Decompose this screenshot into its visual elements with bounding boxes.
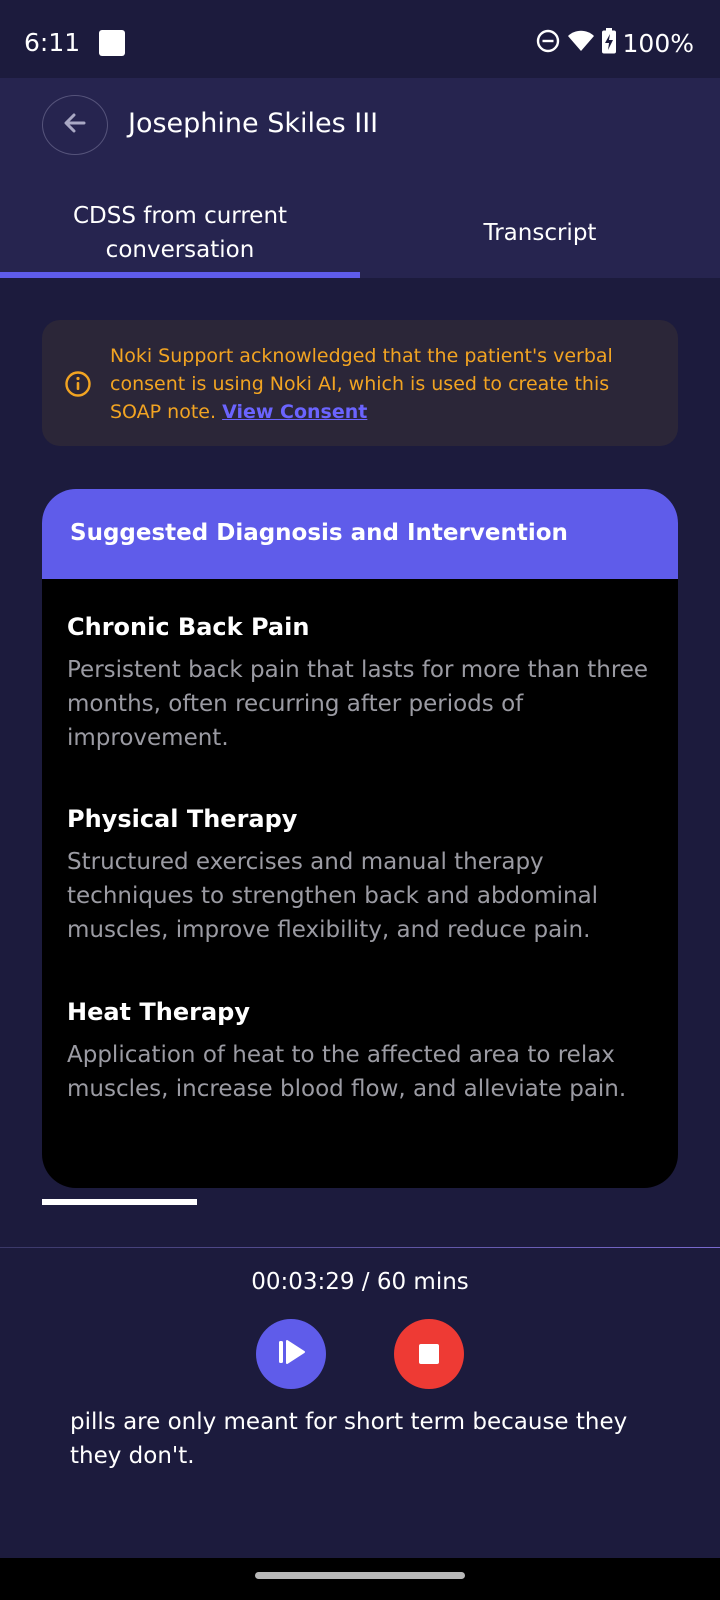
suggested-diagnosis-card: Suggested Diagnosis and Intervention Chr…: [42, 489, 678, 1188]
battery-level: 100%: [622, 28, 694, 58]
card-header: Suggested Diagnosis and Intervention: [42, 489, 678, 579]
do-not-disturb-icon: [535, 28, 561, 58]
diagnosis-item: Chronic Back Pain Persistent back pain t…: [67, 611, 657, 755]
consent-notice: Noki Support acknowledged that the patie…: [42, 320, 678, 446]
stop-button[interactable]: [394, 1319, 464, 1389]
tab-transcript[interactable]: Transcript: [360, 188, 720, 278]
diagnosis-name: Physical Therapy: [67, 805, 298, 833]
diagnosis-description: Structured exercises and manual therapy …: [67, 849, 599, 943]
info-icon: [64, 370, 92, 398]
status-icons: 100%: [535, 26, 694, 60]
tab-cdss-label: CDSS from current conversation: [72, 203, 288, 263]
patient-name: Josephine Skiles III: [128, 108, 379, 139]
tab-cdss[interactable]: CDSS from current conversation: [0, 188, 360, 278]
battery-charging-icon: [601, 28, 617, 58]
screen: 6:11 100% Josephine Skiles III CDSS from…: [0, 0, 720, 1600]
carousel-page-indicator: [42, 1199, 197, 1205]
resume-button[interactable]: [256, 1319, 326, 1389]
view-consent-link[interactable]: View Consent: [222, 401, 367, 423]
app-notification-icon: [99, 30, 125, 56]
consent-text: Noki Support acknowledged that the patie…: [110, 342, 658, 426]
resume-icon: [274, 1335, 308, 1373]
tab-transcript-label: Transcript: [483, 220, 597, 246]
wifi-icon: [567, 29, 595, 57]
diagnosis-name: Heat Therapy: [67, 998, 250, 1026]
status-time: 6:11: [24, 28, 81, 57]
app-header: Josephine Skiles III CDSS from current c…: [0, 78, 720, 278]
diagnosis-name: Chronic Back Pain: [67, 613, 310, 641]
arrow-left-icon: [62, 110, 88, 140]
divider: [0, 1247, 720, 1248]
home-gesture-handle[interactable]: [255, 1572, 465, 1579]
recording-timer: 00:03:29 / 60 mins: [251, 1269, 469, 1295]
active-tab-indicator: [0, 272, 360, 278]
diagnosis-description: Persistent back pain that lasts for more…: [67, 657, 649, 751]
card-title: Suggested Diagnosis and Intervention: [70, 520, 568, 546]
back-button[interactable]: [42, 95, 108, 155]
stop-icon: [419, 1344, 439, 1364]
live-transcript-text: pills are only meant for short term beca…: [70, 1409, 628, 1469]
diagnosis-item: Physical Therapy Structured exercises an…: [67, 803, 657, 947]
status-bar: 6:11 100%: [0, 0, 720, 78]
system-nav-bar: [0, 1558, 720, 1600]
diagnosis-description: Application of heat to the affected area…: [67, 1042, 627, 1102]
diagnosis-item: Heat Therapy Application of heat to the …: [67, 996, 657, 1106]
